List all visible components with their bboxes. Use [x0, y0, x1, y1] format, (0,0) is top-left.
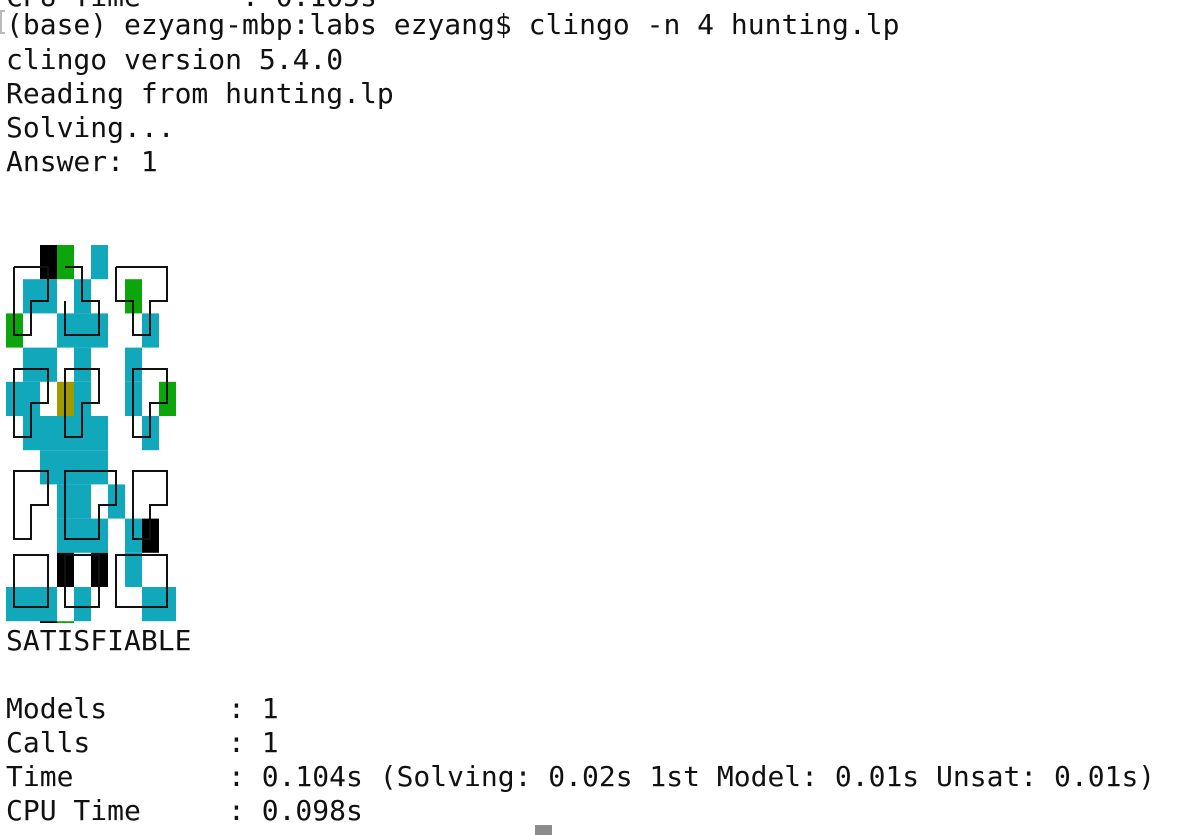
stat-value-calls: : 1	[228, 726, 279, 759]
prompt-marker	[0, 10, 5, 34]
output-line: Reading from hunting.lp	[6, 77, 394, 110]
stat-value-time: : 0.104s (Solving: 0.02s 1st Model: 0.01…	[228, 760, 1156, 793]
output-line: Answer: 1	[6, 145, 158, 178]
grid-cell-teal	[91, 416, 108, 451]
grid-cell-teal	[91, 245, 108, 280]
output-line: Solving...	[6, 111, 175, 144]
grid-cell-teal	[40, 416, 57, 451]
solution-grid	[6, 245, 186, 623]
grid-cell-teal	[125, 552, 142, 587]
grid-cell-teal	[74, 313, 91, 348]
grid-cell-teal	[74, 518, 91, 553]
stat-value-cpu-time: : 0.098s	[228, 794, 363, 827]
grid-cell-green	[57, 245, 74, 280]
stat-label-calls: Calls	[6, 726, 91, 759]
grid-cell-teal	[74, 450, 91, 485]
grid-cell-teal	[74, 587, 91, 622]
grid-cell-teal	[23, 587, 40, 622]
grid-cell-black	[40, 621, 57, 623]
stat-label-models: Models	[6, 692, 108, 725]
grid-cell-teal	[74, 347, 91, 382]
result-status: SATISFIABLE	[6, 624, 192, 657]
grid-cell-teal	[23, 347, 40, 382]
output-line: clingo version 5.4.0	[6, 43, 344, 76]
shell-prompt-command: (base) ezyang-mbp:labs ezyang$ clingo -n…	[6, 8, 900, 41]
stat-label-time: Time	[6, 760, 74, 793]
grid-cell-teal	[91, 450, 108, 485]
stat-label-cpu-time: CPU Time	[6, 794, 141, 827]
grid-cell-green	[57, 621, 74, 623]
stat-value-models: : 1	[228, 692, 279, 725]
grid-cell-teal	[142, 587, 159, 622]
solution-grid-drawing	[6, 245, 176, 623]
grid-cell-teal	[74, 484, 91, 519]
